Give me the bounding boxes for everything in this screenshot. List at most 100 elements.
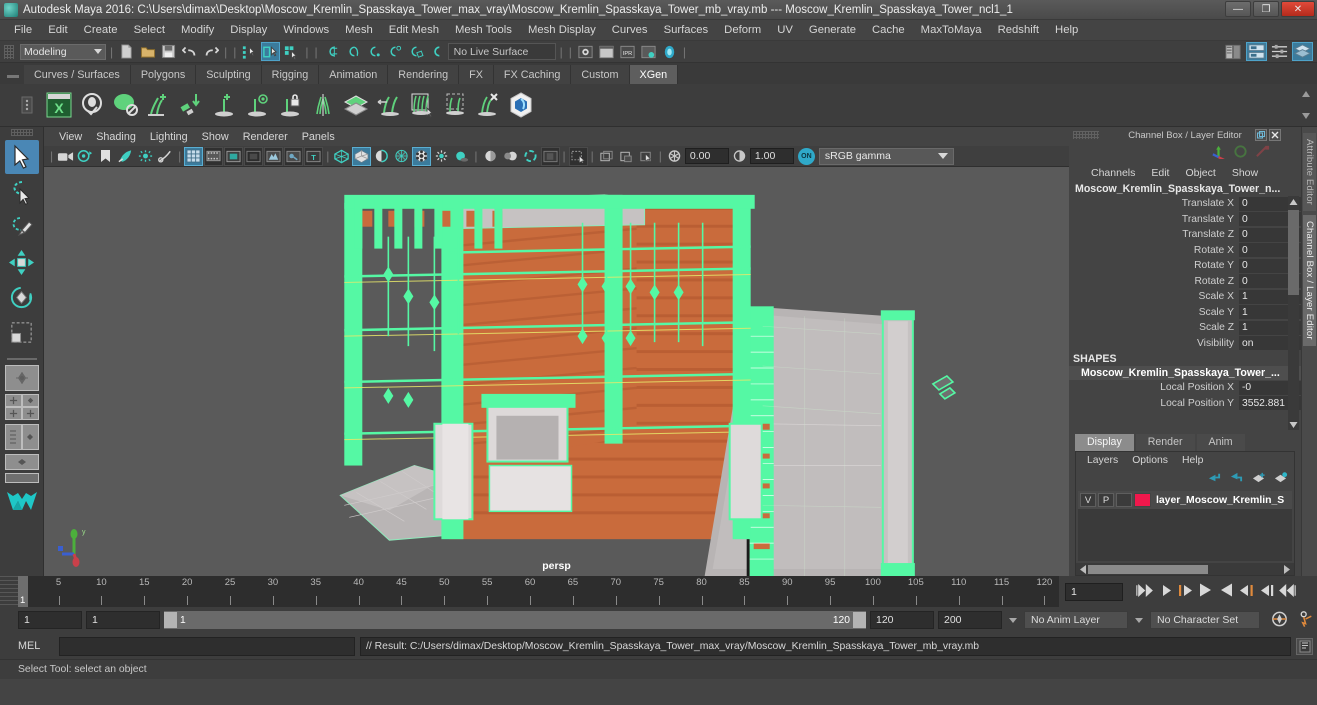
- open-channel-box-icon[interactable]: [1270, 42, 1289, 61]
- xgen-mirror-guide-icon[interactable]: [308, 89, 338, 121]
- xray-icon[interactable]: [264, 146, 284, 166]
- anim-end-field[interactable]: 200: [938, 611, 1002, 629]
- xgen-editor-icon[interactable]: X: [44, 89, 74, 121]
- shape-attr-row[interactable]: Local Position X -0: [1069, 380, 1301, 396]
- layer-menu-layers[interactable]: Layers: [1080, 454, 1125, 467]
- xgen-layer-icon[interactable]: [341, 89, 371, 121]
- shadows-icon[interactable]: [452, 147, 471, 166]
- go-to-start-icon[interactable]: [1134, 583, 1153, 601]
- menu-windows[interactable]: Windows: [275, 22, 337, 38]
- channel-attr-row[interactable]: Scale Z1: [1069, 320, 1301, 336]
- channel-box-scrollbar[interactable]: [1288, 196, 1299, 430]
- range-right-handle[interactable]: [853, 612, 866, 628]
- panel-tear-off-icon[interactable]: [617, 147, 636, 166]
- camera-attributes-icon[interactable]: [76, 147, 95, 166]
- xgen-density-icon[interactable]: [407, 89, 437, 121]
- layer-menu-help[interactable]: Help: [1175, 454, 1210, 467]
- range-left-handle[interactable]: [164, 612, 177, 628]
- paint-effects-icon[interactable]: [156, 147, 175, 166]
- scroll-up-arrow[interactable]: [1288, 196, 1299, 208]
- xgen-interactive-groom-icon[interactable]: [506, 89, 536, 121]
- layout-outliner-pane[interactable]: [4, 424, 22, 450]
- new-scene-icon[interactable]: [117, 42, 136, 61]
- scale-axis-icon[interactable]: [1254, 144, 1271, 162]
- film-gate-icon[interactable]: [204, 146, 224, 166]
- xgen-length-icon[interactable]: [374, 89, 404, 121]
- panel-select-icon[interactable]: [637, 147, 656, 166]
- tab-channel-box-layer-editor[interactable]: Channel Box / Layer Editor: [1303, 215, 1316, 346]
- channel-box-menu-object[interactable]: Object: [1177, 166, 1223, 180]
- isolate-select-icon[interactable]: [540, 146, 560, 166]
- step-forward-frame-icon[interactable]: [1239, 583, 1255, 601]
- hypershade-icon[interactable]: [660, 42, 679, 61]
- time-slider[interactable]: 1 5 10 15 20 25 30 35 40 45 50 55 60 65 70 75 80 85 90 95 1…: [18, 576, 1059, 607]
- anim-start-field[interactable]: 1: [18, 611, 82, 629]
- channel-box-menu-show[interactable]: Show: [1224, 166, 1266, 180]
- move-tool[interactable]: [5, 245, 39, 279]
- menu-set-selector[interactable]: Modeling: [20, 43, 106, 60]
- layer-row[interactable]: V Player_Moscow_Kremlin_S: [1078, 491, 1292, 509]
- xgen-convert-icon[interactable]: [176, 89, 206, 121]
- shelf-tab-animation[interactable]: Animation: [319, 65, 389, 84]
- paint-select-tool[interactable]: [5, 210, 39, 244]
- playback-speed-dropdown[interactable]: [1006, 611, 1020, 629]
- shelf-tab-fx-caching[interactable]: FX Caching: [493, 65, 572, 84]
- channel-attr-row[interactable]: Rotate Y0: [1069, 258, 1301, 274]
- menu-help[interactable]: Help: [1047, 22, 1086, 38]
- xgen-preview-icon[interactable]: [77, 89, 107, 121]
- menu-select[interactable]: Select: [126, 22, 173, 38]
- xgen-show-guide-icon[interactable]: [242, 89, 272, 121]
- select-by-hierarchy-icon[interactable]: [240, 42, 259, 61]
- viewport-menu-panels[interactable]: Panels: [295, 130, 342, 144]
- auto-keyframe-icon[interactable]: [1270, 610, 1289, 631]
- shelf-scroll-arrows[interactable]: [1299, 90, 1313, 120]
- exposure-field[interactable]: 0.00: [684, 148, 729, 164]
- new-layer-from-selected-icon[interactable]: [1273, 471, 1288, 487]
- snap-to-curve-icon[interactable]: [343, 42, 362, 61]
- save-scene-icon[interactable]: [159, 42, 178, 61]
- shape-attr-row[interactable]: Local Position Y 3552.881: [1069, 396, 1301, 412]
- snap-to-view-plane-icon[interactable]: [406, 42, 425, 61]
- select-tool[interactable]: [4, 140, 39, 174]
- shelf-tab-curves-surfaces[interactable]: Curves / Surfaces: [24, 65, 131, 84]
- anim-layer-field[interactable]: No Anim Layer: [1024, 611, 1128, 629]
- move-layer-up-icon[interactable]: [1207, 471, 1222, 487]
- open-attribute-editor-icon[interactable]: [1224, 42, 1243, 61]
- four-view-layout[interactable]: [4, 394, 39, 420]
- live-surface-field[interactable]: No Live Surface: [447, 43, 556, 60]
- textured-icon[interactable]: [412, 146, 432, 166]
- command-input[interactable]: [59, 636, 355, 656]
- snap-to-projected-center-icon[interactable]: [385, 42, 404, 61]
- channel-box-menu-channels[interactable]: Channels: [1083, 166, 1143, 180]
- panel-grip[interactable]: [1073, 131, 1099, 139]
- xray-joints-icon[interactable]: [284, 146, 304, 166]
- image-plane-icon[interactable]: [116, 147, 135, 166]
- go-to-end-icon[interactable]: [1279, 583, 1298, 601]
- channel-attr-row[interactable]: Translate X0: [1069, 196, 1301, 212]
- menu-uv[interactable]: UV: [769, 22, 801, 38]
- hscroll-thumb[interactable]: [1088, 564, 1208, 574]
- toolbox-grip[interactable]: [10, 129, 33, 136]
- range-end-field[interactable]: 120: [870, 611, 934, 629]
- motion-blur-icon[interactable]: [501, 147, 520, 166]
- layer-tab-anim[interactable]: Anim: [1196, 434, 1245, 451]
- menu-edit[interactable]: Edit: [40, 22, 75, 38]
- layer-color-swatch[interactable]: [1134, 493, 1151, 507]
- channel-attr-row[interactable]: Scale Y1: [1069, 305, 1301, 321]
- snap-to-grid-icon[interactable]: [322, 42, 341, 61]
- play-forwards-icon[interactable]: [1218, 582, 1235, 601]
- shelf-tab-fx[interactable]: FX: [459, 65, 494, 84]
- render-settings-icon[interactable]: [639, 42, 658, 61]
- channel-attr-row[interactable]: Rotate X0: [1069, 243, 1301, 259]
- shelf-tab-rigging[interactable]: Rigging: [261, 65, 320, 84]
- layout-quad-tl[interactable]: [4, 394, 22, 407]
- restore-button[interactable]: ❐: [1253, 1, 1279, 17]
- step-back-keyframe-icon[interactable]: [1157, 583, 1173, 601]
- layout-quad-br[interactable]: [21, 407, 39, 420]
- smooth-shade-all-icon[interactable]: [352, 146, 372, 166]
- shelf-tab-xgen[interactable]: XGen: [629, 65, 679, 84]
- channel-attr-row[interactable]: Rotate Z0: [1069, 274, 1301, 290]
- perspective-viewport[interactable]: persp y: [44, 167, 1069, 576]
- menu-redshift[interactable]: Redshift: [990, 22, 1047, 38]
- menu-file[interactable]: File: [6, 22, 40, 38]
